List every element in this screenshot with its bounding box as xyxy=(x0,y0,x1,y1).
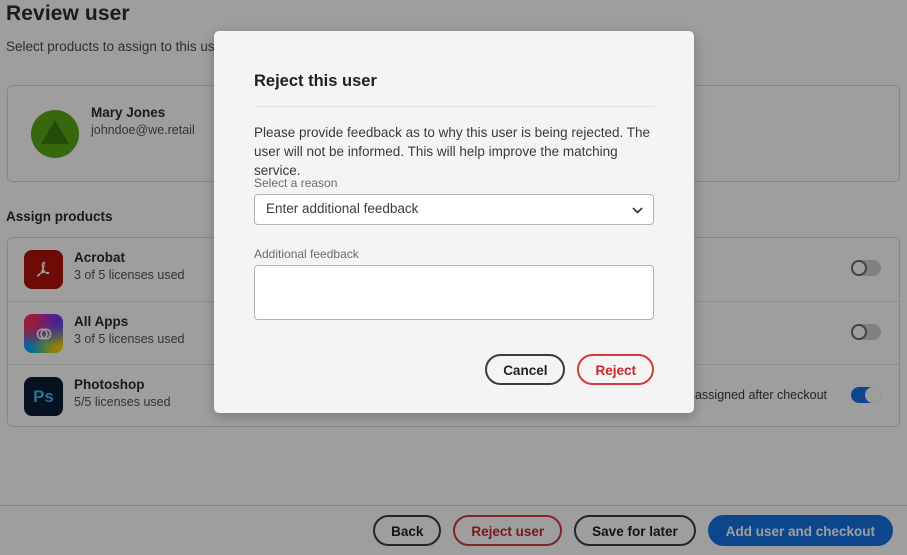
reject-button[interactable]: Reject xyxy=(577,354,654,385)
additional-feedback-textarea[interactable] xyxy=(255,266,653,319)
cancel-button[interactable]: Cancel xyxy=(485,354,566,385)
dialog-title-divider xyxy=(254,106,654,107)
dialog-actions: Cancel Reject xyxy=(485,354,654,385)
dialog-title: Reject this user xyxy=(254,72,377,90)
additional-feedback-input[interactable] xyxy=(254,265,654,320)
reject-user-dialog: Reject this user Please provide feedback… xyxy=(214,31,694,413)
select-reason-value: Enter additional feedback xyxy=(266,201,419,216)
additional-feedback-label: Additional feedback xyxy=(254,247,359,261)
select-reason-dropdown[interactable]: Enter additional feedback xyxy=(254,194,654,225)
select-reason-label: Select a reason xyxy=(254,176,338,190)
dialog-description: Please provide feedback as to why this u… xyxy=(254,125,650,178)
chevron-down-icon xyxy=(632,207,643,214)
